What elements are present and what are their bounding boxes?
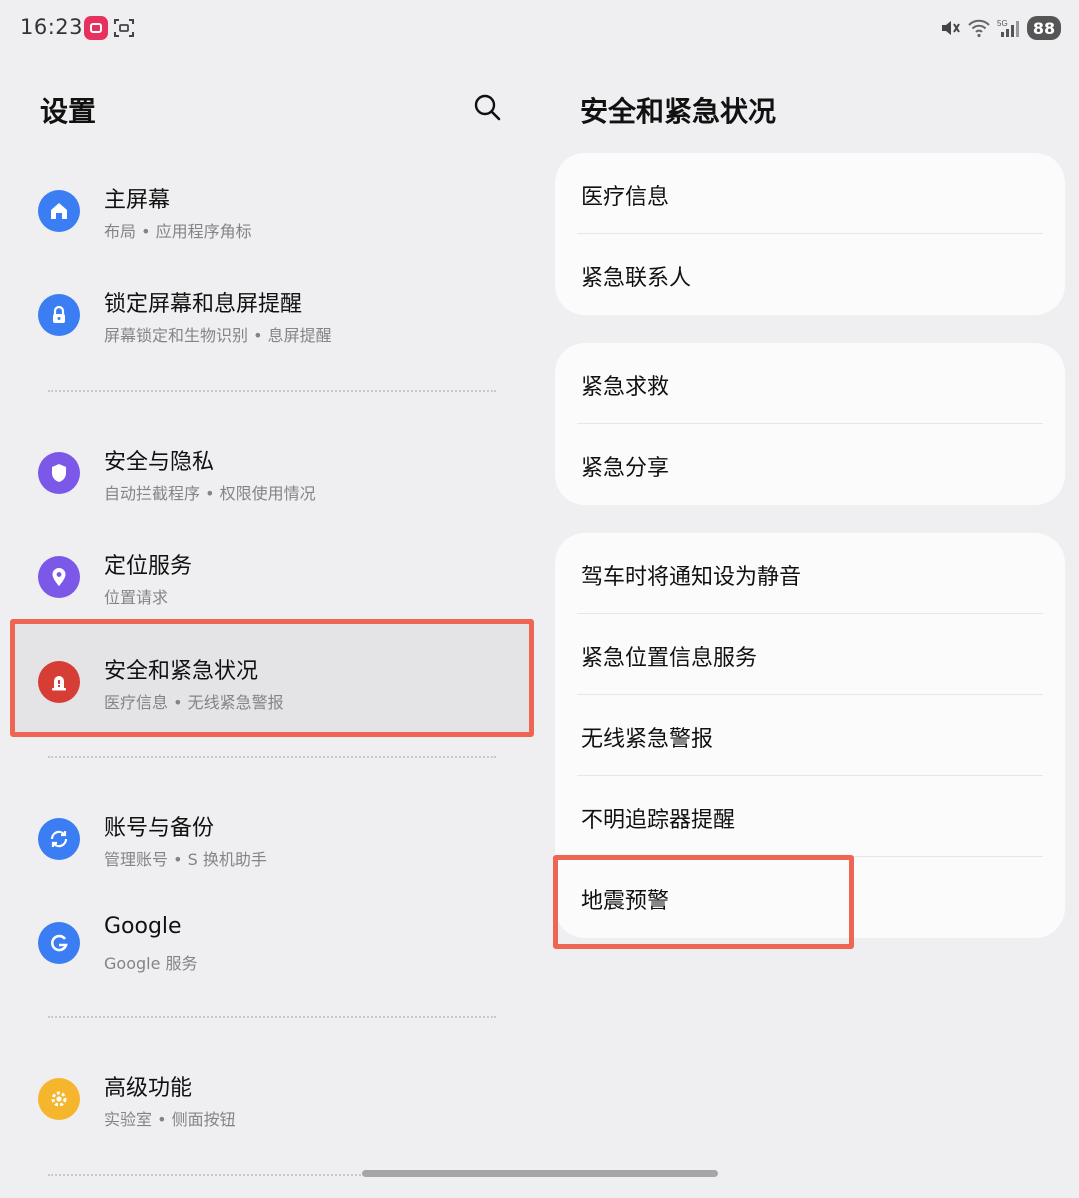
setting-row-emergency-sharing[interactable]: 紧急分享 [555, 424, 1065, 505]
setting-label: 紧急求救 [581, 375, 670, 400]
setting-row-wireless-alerts[interactable]: 无线紧急警报 [555, 695, 1065, 776]
status-icons: 5G 88 [939, 16, 1061, 40]
sync-icon [38, 818, 80, 860]
setting-row-tracker-alert[interactable]: 不明追踪器提醒 [555, 776, 1065, 857]
menu-item-subtitle: 布局 • 应用程序角标 [104, 222, 252, 241]
menu-item-subtitle: 位置请求 [104, 588, 169, 607]
settings-title: 设置 [40, 95, 97, 128]
setting-label: 紧急联系人 [581, 266, 692, 291]
scan-icon [114, 19, 134, 37]
menu-item-title: 安全和紧急状况 [104, 659, 259, 684]
home-icon [38, 190, 80, 232]
menu-item-title: 锁定屏幕和息屏提醒 [104, 292, 303, 317]
menu-item-title: 定位服务 [104, 554, 193, 579]
setting-label: 紧急位置信息服务 [581, 646, 758, 671]
menu-item-advanced-features[interactable]: 高级功能 实验室 • 侧面按钮 [24, 1050, 524, 1146]
menu-item-safety-emergency[interactable]: 安全和紧急状况 医疗信息 • 无线紧急警报 [24, 633, 524, 729]
signal-5g-icon: 5G [997, 19, 1019, 37]
menu-item-subtitle: 屏幕锁定和生物识别 • 息屏提醒 [104, 326, 332, 345]
section-divider [48, 1016, 496, 1018]
menu-item-title: 账号与备份 [104, 816, 215, 841]
setting-label: 驾车时将通知设为静音 [581, 565, 802, 590]
menu-item-subtitle: Google 服务 [104, 954, 198, 973]
menu-item-title: Google [104, 914, 182, 939]
setting-row-driving-mute[interactable]: 驾车时将通知设为静音 [555, 533, 1065, 614]
setting-row-emergency-location[interactable]: 紧急位置信息服务 [555, 614, 1065, 695]
menu-item-subtitle: 实验室 • 侧面按钮 [104, 1110, 236, 1129]
google-icon [38, 922, 80, 964]
menu-item-title: 安全与隐私 [104, 450, 215, 475]
menu-item-security-privacy[interactable]: 安全与隐私 自动拦截程序 • 权限使用情况 [24, 424, 524, 520]
setting-label: 无线紧急警报 [581, 727, 714, 752]
setting-row-emergency-contacts[interactable]: 紧急联系人 [555, 234, 1065, 315]
status-time: 16:23 [20, 15, 84, 39]
setting-label: 医疗信息 [581, 185, 670, 210]
settings-card-medical: 医疗信息 紧急联系人 [555, 153, 1065, 315]
gear-icon [38, 1078, 80, 1120]
lock-icon [38, 294, 80, 336]
search-icon[interactable] [472, 92, 502, 122]
section-divider [48, 756, 496, 758]
status-bar: 16:23 5G 88 [0, 0, 1079, 56]
section-divider [48, 390, 496, 392]
menu-item-lock-screen[interactable]: 锁定屏幕和息屏提醒 屏幕锁定和生物识别 • 息屏提醒 [24, 266, 524, 362]
menu-item-subtitle: 自动拦截程序 • 权限使用情况 [104, 484, 316, 503]
menu-item-location[interactable]: 定位服务 位置请求 [24, 528, 524, 624]
settings-screen: 16:23 5G 88 设置 主屏幕 布局 • 应用程序角标 锁定屏幕和息屏提醒… [0, 0, 1079, 1198]
setting-label: 紧急分享 [581, 456, 670, 481]
detail-title: 安全和紧急状况 [580, 95, 777, 128]
wifi-icon [968, 19, 990, 38]
menu-item-title: 高级功能 [104, 1076, 193, 1101]
emergency-icon [38, 661, 80, 703]
menu-item-google[interactable]: Google Google 服务 [24, 894, 524, 990]
menu-item-subtitle: 管理账号 • S 换机助手 [104, 850, 267, 869]
svg-text:5G: 5G [997, 19, 1008, 28]
setting-label: 不明追踪器提醒 [581, 808, 736, 833]
menu-item-title: 主屏幕 [104, 188, 171, 213]
menu-item-accounts-backup[interactable]: 账号与备份 管理账号 • S 换机助手 [24, 790, 524, 886]
location-pin-icon [38, 556, 80, 598]
menu-item-home-screen[interactable]: 主屏幕 布局 • 应用程序角标 [24, 162, 524, 258]
settings-card-sos: 紧急求救 紧急分享 [555, 343, 1065, 505]
menu-item-subtitle: 医疗信息 • 无线紧急警报 [104, 693, 284, 712]
shield-icon [38, 452, 80, 494]
mute-icon [942, 21, 960, 35]
target-item-highlight [553, 855, 854, 949]
battery-icon: 88 [1027, 16, 1061, 40]
setting-row-emergency-sos[interactable]: 紧急求救 [555, 343, 1065, 424]
scroll-handle[interactable] [362, 1170, 718, 1177]
app-badge-icon [84, 16, 108, 40]
setting-row-medical-info[interactable]: 医疗信息 [555, 153, 1065, 234]
